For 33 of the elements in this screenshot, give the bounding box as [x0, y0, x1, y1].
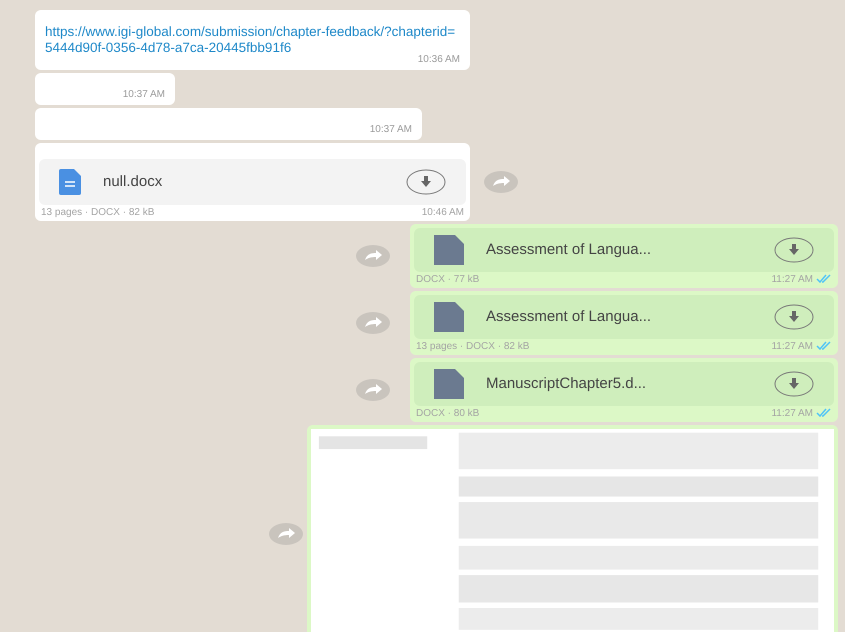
message-time: 10:37 AM [370, 124, 412, 135]
file-details: DOCX · 80 kB [416, 406, 480, 420]
message-time: 10:46 AM [422, 206, 464, 220]
message-time: 11:27 AM [771, 272, 813, 286]
forward-icon[interactable] [356, 245, 390, 267]
forward-icon[interactable] [356, 379, 390, 401]
file-card[interactable]: Assessment of Langua... [414, 228, 834, 272]
file-name: ManuscriptChapter5.d... [486, 374, 648, 394]
file-card[interactable]: Assessment of Langua... [414, 295, 834, 339]
forward-icon[interactable] [356, 312, 390, 334]
download-icon[interactable] [774, 371, 814, 397]
file-details: 13 pages · DOCX · 82 kB [416, 340, 530, 354]
file-card[interactable]: null.docx [39, 159, 466, 205]
message-time: 10:36 AM [418, 54, 460, 65]
file-icon [434, 302, 464, 332]
file-name: null.docx [103, 172, 164, 192]
document-icon [59, 169, 81, 195]
message-time: 11:27 AM [771, 340, 813, 354]
download-icon[interactable] [774, 237, 814, 263]
message-time: 10:37 AM [122, 89, 165, 100]
file-card[interactable]: ManuscriptChapter5.d... [414, 362, 834, 406]
file-details: 13 pages · DOCX · 82 kB [41, 206, 154, 220]
file-icon [434, 369, 464, 399]
file-name: Assessment of Langua... [486, 240, 652, 260]
forward-icon[interactable] [269, 523, 303, 545]
message-time: 11:27 AM [771, 406, 813, 420]
download-icon[interactable] [406, 169, 446, 195]
file-name: Assessment of Langua... [486, 306, 652, 327]
link[interactable]: https://www.igi-global.com/submission/chapter-feedback/?chapterid=5444d90f-0356-4d78-a7ca-20445fbb91f6 [45, 24, 460, 56]
forward-icon[interactable] [484, 171, 518, 193]
download-icon[interactable] [774, 304, 814, 330]
file-details: DOCX · 77 kB [416, 272, 480, 286]
file-icon [434, 235, 464, 265]
